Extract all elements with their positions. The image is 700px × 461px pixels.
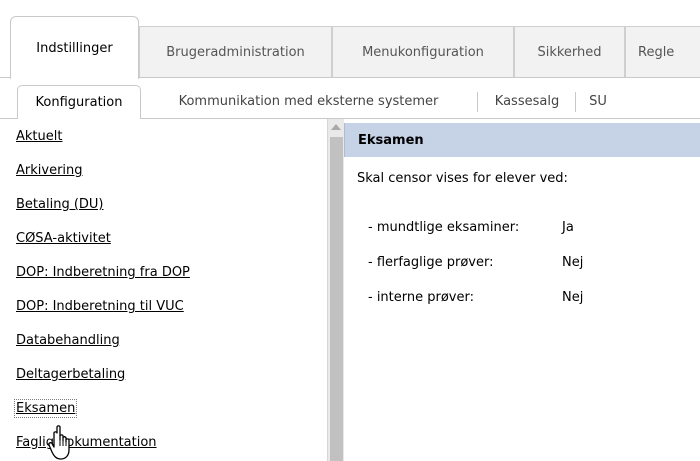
exam-value-interne: Nej	[562, 290, 584, 305]
subtab-konfiguration[interactable]: Konfiguration	[17, 85, 141, 119]
subtab-label: Kommunikation med eksterne systemer	[178, 94, 439, 109]
censor-question: Skal censor vises for elever ved:	[357, 171, 568, 186]
tab-brugeradministration[interactable]: Brugeradministration	[139, 26, 332, 77]
category-faglig-dokumentation[interactable]: Faglig dokumentation	[16, 435, 157, 450]
subtab-divider	[477, 92, 478, 112]
settings-category-list: Aktuelt Arkivering Betaling (DU) CØSA-ak…	[0, 119, 327, 461]
tab-regler[interactable]: Regle	[625, 26, 700, 77]
category-dop-indberetning-til-vuc[interactable]: DOP: Indberetning til VUC	[16, 299, 184, 314]
panel-title: Eksamen	[358, 132, 424, 148]
tab-label: Brugeradministration	[166, 44, 305, 60]
detail-panel: Eksamen Skal censor vises for elever ved…	[344, 119, 700, 461]
sub-tab-bar: Konfiguration Kommunikation med eksterne…	[0, 79, 700, 119]
tab-indstillinger[interactable]: Indstillinger	[10, 16, 139, 79]
category-eksamen[interactable]: Eksamen	[13, 399, 78, 418]
subtab-divider	[575, 92, 576, 112]
subtab-kommunikation[interactable]: Kommunikation med eksterne systemer	[147, 85, 470, 118]
subtab-label: Kassesalg	[494, 94, 560, 109]
category-cosa-aktivitet[interactable]: CØSA-aktivitet	[16, 231, 111, 246]
main-tab-bar: Indstillinger Brugeradministration Menuk…	[0, 0, 700, 79]
tab-sikkerhed[interactable]: Sikkerhed	[514, 26, 625, 77]
category-arkivering[interactable]: Arkivering	[16, 163, 83, 178]
subtab-kassesalg[interactable]: Kassesalg	[480, 85, 574, 118]
category-databehandling[interactable]: Databehandling	[16, 333, 120, 348]
subtab-su[interactable]: SU	[578, 85, 618, 118]
exam-label-interne: - interne prøver:	[368, 290, 474, 305]
tab-label: Sikkerhed	[537, 44, 602, 60]
subtab-label: Konfiguration	[35, 95, 123, 110]
category-dop-indberetning-fra-dop[interactable]: DOP: Indberetning fra DOP	[16, 265, 190, 280]
scroll-up-arrow-icon[interactable]	[331, 124, 341, 130]
tab-menukonfiguration[interactable]: Menukonfiguration	[332, 26, 514, 77]
list-scrollbar[interactable]	[327, 119, 344, 461]
category-betaling-du[interactable]: Betaling (DU)	[16, 197, 104, 212]
category-deltagerbetaling[interactable]: Deltagerbetaling	[16, 367, 125, 382]
subtab-label: SU	[589, 94, 607, 109]
tab-label: Indstillinger	[36, 40, 113, 56]
tab-label: Regle	[638, 44, 675, 60]
exam-label-mundtlige: - mundtlige eksaminer:	[368, 220, 520, 235]
scroll-thumb[interactable]	[330, 137, 343, 461]
panel-header: Eksamen	[344, 123, 700, 157]
category-aktuelt[interactable]: Aktuelt	[16, 129, 62, 144]
exam-value-mundtlige: Ja	[562, 220, 574, 235]
exam-label-flerfaglige: - flerfaglige prøver:	[368, 255, 494, 270]
tab-label: Menukonfiguration	[362, 44, 484, 60]
exam-value-flerfaglige: Nej	[562, 255, 584, 270]
